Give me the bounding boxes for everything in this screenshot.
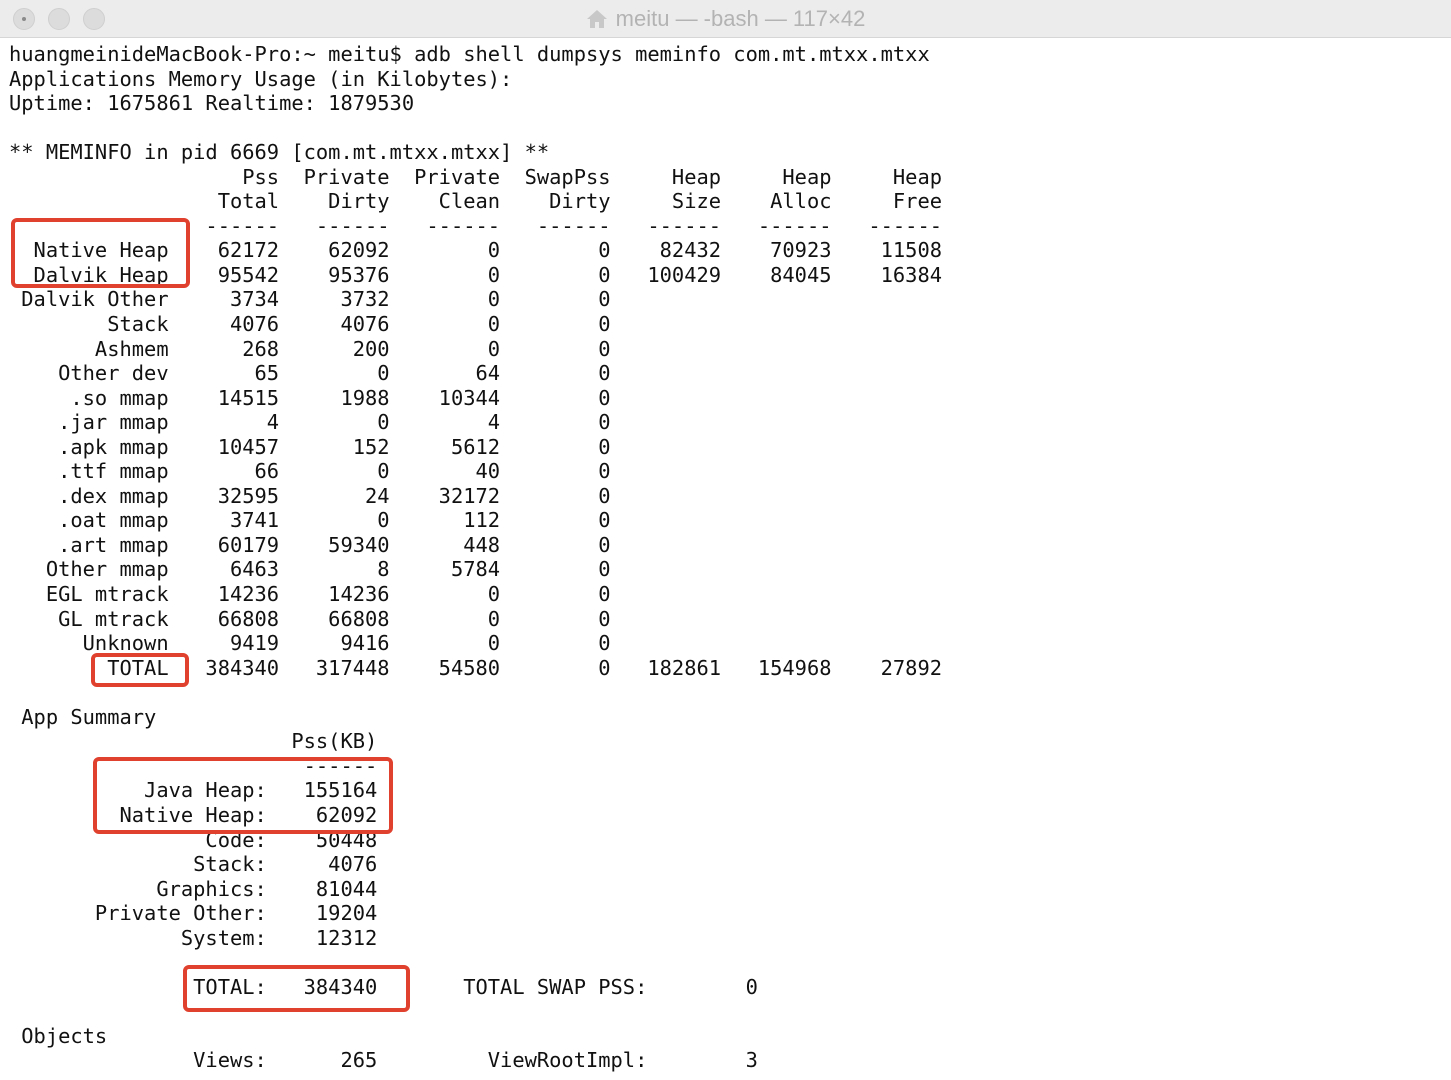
- terminal-line: Dalvik Other 3734 3732 0 0: [9, 287, 611, 312]
- terminal-line: Other dev 65 0 64 0: [9, 361, 611, 386]
- window-title-area: meitu — -bash — 117×42: [0, 0, 1451, 38]
- terminal-line: Total Dirty Clean Dirty Size Alloc Free: [9, 189, 942, 214]
- terminal-line: Ashmem 268 200 0 0: [9, 336, 611, 361]
- terminal-line: ** MEMINFO in pid 6669 [com.mt.mtxx.mtxx…: [9, 140, 550, 165]
- terminal-line: Other mmap 6463 8 5784 0: [9, 557, 611, 582]
- terminal-line: .art mmap 60179 59340 448 0: [9, 532, 611, 557]
- terminal-line: .oat mmap 3741 0 112 0: [9, 508, 611, 533]
- terminal-line: .jar mmap 4 0 4 0: [9, 410, 611, 435]
- terminal-line: .dex mmap 32595 24 32172 0: [9, 483, 611, 508]
- terminal-line: Applications Memory Usage (in Kilobytes)…: [9, 66, 513, 91]
- terminal-line: Pss Private Private SwapPss Heap Heap He…: [9, 164, 942, 189]
- terminal-line: .apk mmap 10457 152 5612 0: [9, 434, 611, 459]
- highlight-java-native-heap: [93, 757, 393, 834]
- terminal-line: Graphics: 81044: [9, 876, 378, 901]
- terminal-line: App Summary: [9, 704, 157, 729]
- terminal-line: GL mtrack 66808 66808 0 0: [9, 606, 611, 631]
- terminal-line: Views: 265 ViewRootImpl: 3: [9, 1048, 758, 1073]
- terminal-line: TOTAL: 384340 TOTAL SWAP PSS: 0: [9, 974, 758, 999]
- terminal-line: Uptime: 1675861 Realtime: 1879530: [9, 91, 415, 116]
- terminal-line: System: 12312: [9, 925, 378, 950]
- highlight-summary-total: [183, 965, 410, 1012]
- highlight-native-dalvik-heap: [11, 218, 190, 288]
- terminal-line: Objects: [9, 1023, 108, 1048]
- terminal-line: EGL mtrack 14236 14236 0 0: [9, 582, 611, 607]
- terminal-window: meitu — -bash — 117×42 huangmeinideMacBo…: [0, 0, 1451, 1080]
- window-title: meitu — -bash — 117×42: [615, 6, 866, 31]
- title-bar: meitu — -bash — 117×42: [0, 0, 1451, 38]
- terminal-line: Unknown 9419 9416 0 0: [9, 631, 611, 656]
- terminal-line: Private Other: 19204: [9, 901, 378, 926]
- terminal-line: Stack 4076 4076 0 0: [9, 312, 611, 337]
- terminal-line: .ttf mmap 66 0 40 0: [9, 459, 611, 484]
- terminal-output[interactable]: huangmeinideMacBook-Pro:~ meitu$ adb she…: [9, 42, 942, 1073]
- terminal-line: Pss(KB): [9, 729, 378, 754]
- highlight-total-row: [91, 653, 189, 687]
- terminal-line: Stack: 4076: [9, 852, 378, 877]
- home-icon: [586, 3, 608, 41]
- terminal-line: huangmeinideMacBook-Pro:~ meitu$ adb she…: [9, 42, 930, 66]
- terminal-line: .so mmap 14515 1988 10344 0: [9, 385, 611, 410]
